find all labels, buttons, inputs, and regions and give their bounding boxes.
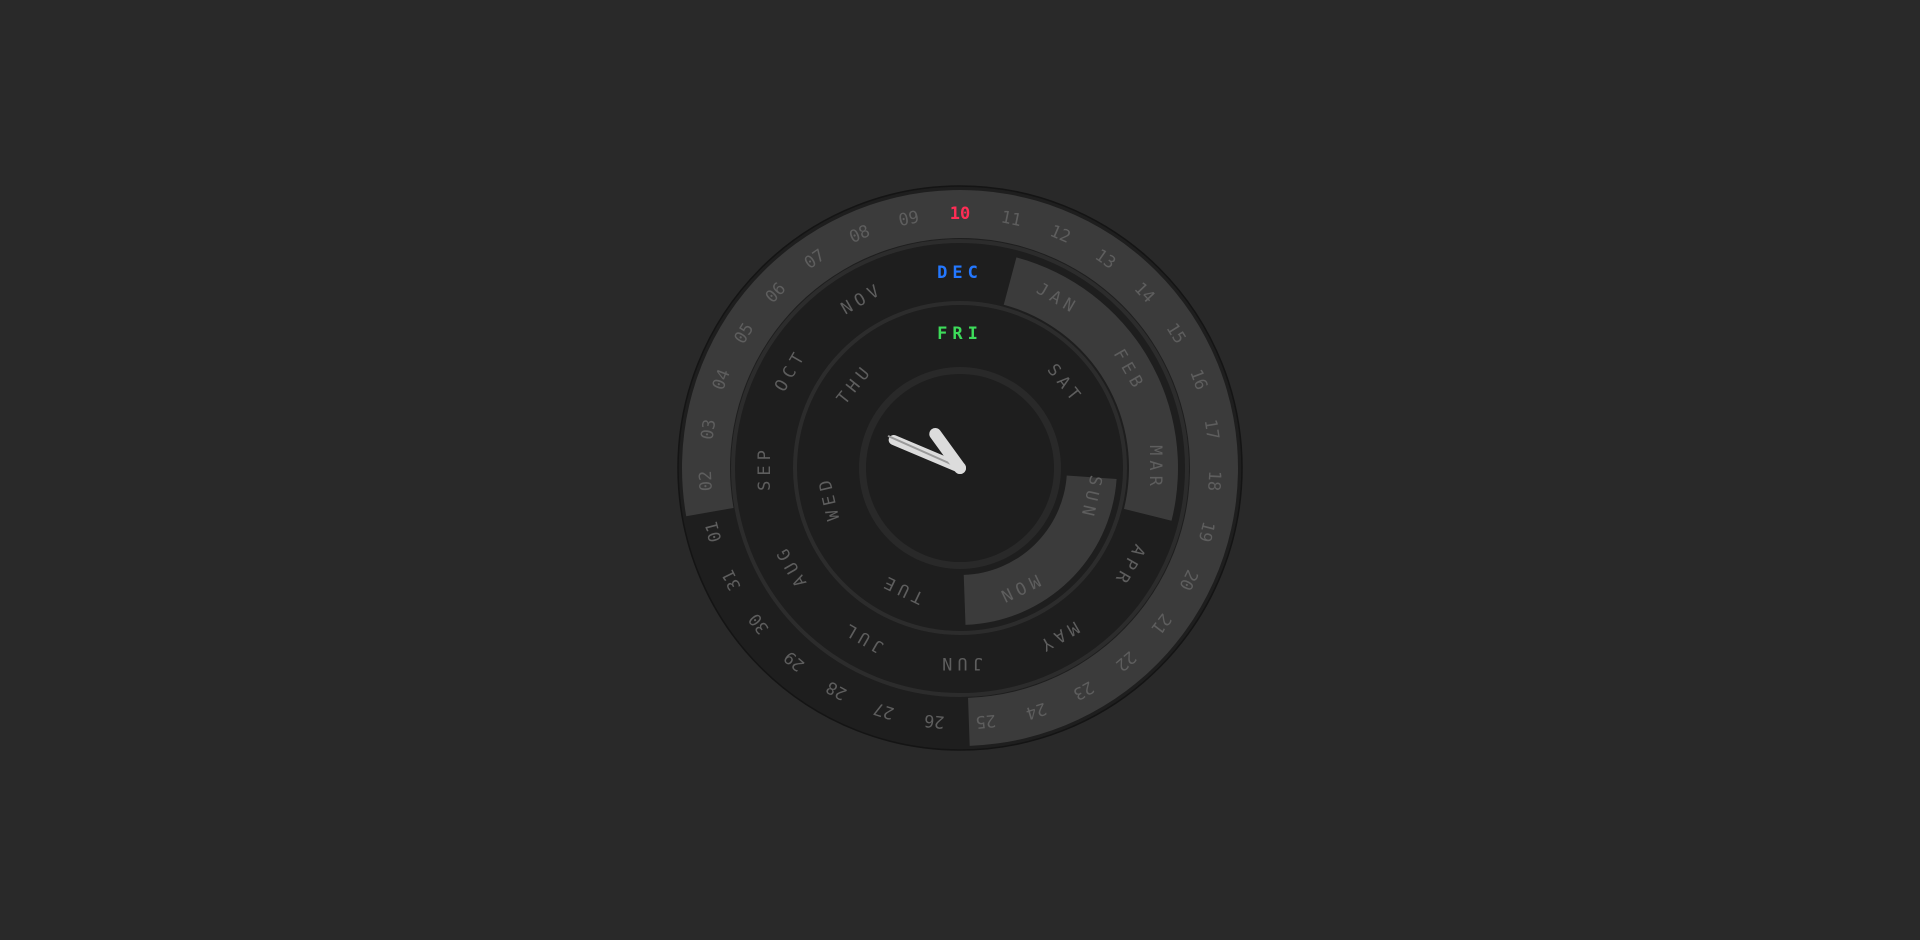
- center-pin: [954, 462, 966, 474]
- day-of-month-label: 26: [923, 710, 945, 732]
- day-of-month-label: 11: [999, 207, 1023, 231]
- day-of-month-label: 09: [897, 207, 921, 231]
- day-of-month-label: 02: [696, 470, 717, 491]
- clock-stage: 01 02 03 04 05 06 07 08 09 10 11 12 13 14 15 16 17 18 19 20…: [0, 0, 1920, 936]
- day-of-month-label: 18: [1203, 470, 1224, 491]
- month-label: JUN: [937, 653, 983, 673]
- day-of-month-label: 03: [697, 418, 720, 441]
- day-of-month-label-current: 10: [950, 204, 970, 224]
- day-of-month-label: 25: [974, 710, 996, 732]
- day-of-month-label: 17: [1200, 418, 1223, 441]
- month-label-current: DEC: [937, 263, 983, 283]
- weekday-label-current: FRI: [937, 324, 983, 344]
- calendar-clock: 010203040506070809 10 11121314151617181920…: [677, 185, 1243, 751]
- month-label: MAR: [1145, 445, 1165, 491]
- month-label: SEP: [755, 445, 775, 491]
